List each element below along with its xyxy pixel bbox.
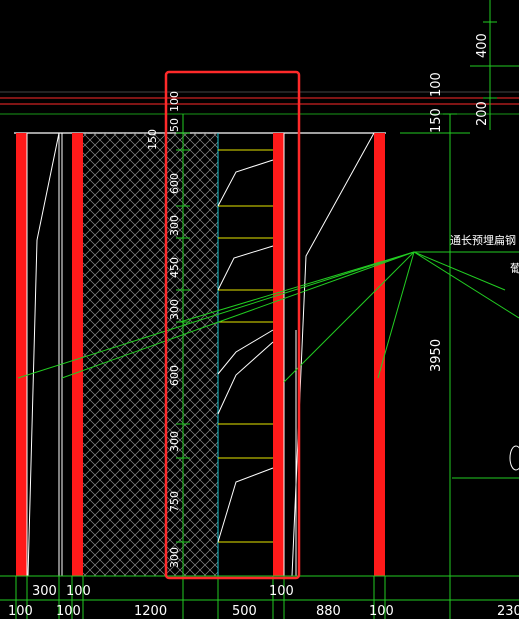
hatched-wall: [83, 133, 218, 576]
vdim-3: 600: [168, 173, 181, 194]
bottom-row2-0: 100: [8, 604, 33, 619]
vdim-8: 300: [168, 431, 181, 452]
circle-marker: [509, 445, 519, 471]
bottom-dim-100a: 100: [66, 584, 91, 599]
bottom-row2-7: 230: [497, 604, 519, 619]
bottom-row2-5: 880: [316, 604, 341, 619]
cad-drawing-canvas: 通长预埋扁钢 葡 400 100 200 150 3950 100 50 150…: [0, 0, 519, 619]
ladder-diagonals: [217, 159, 274, 543]
dim-200: 200: [475, 101, 490, 126]
bottom-row2-3: 500: [232, 604, 257, 619]
vdim-1: 50: [168, 118, 181, 132]
vdim-10: 300: [168, 547, 181, 568]
vdim-7: 600: [168, 365, 181, 386]
column-1: [16, 133, 27, 576]
dim-150: 150: [429, 108, 444, 133]
annotation-label-2: 葡: [510, 262, 519, 275]
vdim-5: 450: [168, 257, 181, 278]
vdim-0: 100: [168, 91, 181, 112]
dim-3950: 3950: [429, 339, 444, 372]
bottom-dim-100b: 100: [269, 584, 294, 599]
dim-100: 100: [429, 72, 444, 97]
vdim-6: 300: [168, 299, 181, 320]
vdim-4: 300: [168, 215, 181, 236]
column-3: [273, 133, 284, 576]
vdim-2: 150: [146, 129, 159, 150]
bottom-row2-6: 100: [369, 604, 394, 619]
column-4: [374, 133, 385, 576]
bottom-row2-2: 1200: [134, 604, 167, 619]
bottom-row2-1: 100: [56, 604, 81, 619]
column-2: [72, 133, 83, 576]
dim-400: 400: [475, 33, 490, 58]
bottom-dim-300: 300: [32, 584, 57, 599]
vdim-9: 750: [168, 491, 181, 512]
annotation-label: 通长预埋扁钢: [450, 234, 516, 247]
